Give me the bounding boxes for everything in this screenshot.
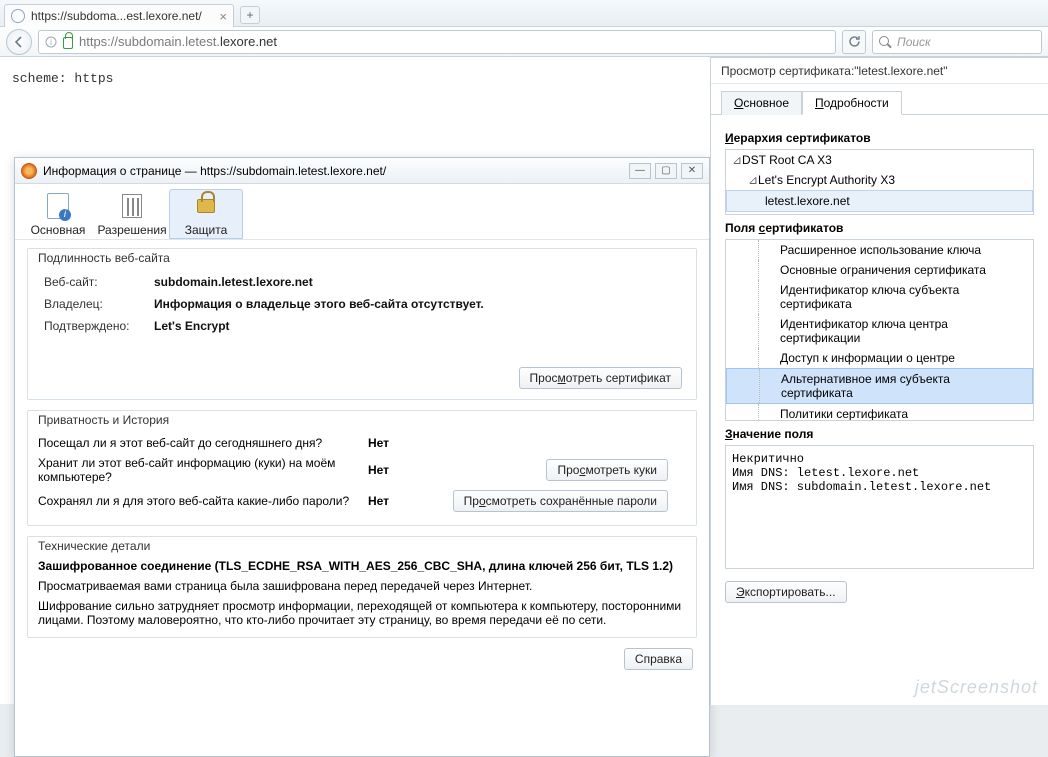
sliders-icon: [122, 194, 142, 218]
field-value-box[interactable]: Некритично Имя DNS: letest.lexore.net Им…: [725, 445, 1034, 569]
tab-general[interactable]: Основная: [21, 189, 95, 239]
label-website: Веб-сайт:: [38, 271, 148, 293]
privacy-a2: Нет: [368, 463, 438, 477]
cert-fields-list[interactable]: Расширенное использование ключаОсновные …: [725, 239, 1034, 421]
field-item[interactable]: Идентификатор ключа центра сертификации: [726, 314, 1033, 348]
reload-button[interactable]: [842, 30, 866, 54]
lock-icon: [197, 199, 215, 213]
search-input[interactable]: Поиск: [872, 30, 1042, 54]
window-title: Информация о странице — https://subdomai…: [43, 164, 386, 178]
tech-line2: Просматриваемая вами страница была зашиф…: [38, 579, 686, 593]
field-item-selected[interactable]: Альтернативное имя субъекта сертификата: [726, 368, 1033, 404]
certificate-viewer-window: Просмотр сертификата:"letest.lexore.net"…: [710, 57, 1048, 705]
cv-window-title: Просмотр сертификата:"letest.lexore.net": [711, 58, 1048, 84]
export-button[interactable]: Экспортировать...: [725, 581, 847, 603]
help-button[interactable]: Справка: [624, 648, 693, 670]
window-close-button[interactable]: ✕: [681, 163, 703, 179]
info-icon: i: [45, 36, 57, 48]
cv-tab-general[interactable]: Основное: [721, 91, 802, 115]
firefox-icon: [21, 163, 37, 179]
tech-line1: Зашифрованное соединение (TLS_ECDHE_RSA_…: [38, 559, 686, 573]
field-item[interactable]: Политики сертификата: [726, 404, 1033, 421]
view-passwords-button[interactable]: Просмотреть сохранённые пароли: [453, 490, 668, 512]
group-privacy: Приватность и История Посещал ли я этот …: [27, 410, 697, 526]
tab-security[interactable]: Защита: [169, 189, 243, 239]
value-verified: Let's Encrypt: [148, 315, 490, 337]
url-text: https://subdomain.letest.lexore.net: [79, 34, 277, 49]
group-heading: Технические детали: [34, 537, 154, 555]
cert-hierarchy-tree[interactable]: ⊿DST Root CA X3 ⊿Let's Encrypt Authority…: [725, 149, 1034, 215]
tree-item[interactable]: ⊿Let's Encrypt Authority X3: [726, 170, 1033, 190]
window-maximize-button[interactable]: ▢: [655, 163, 677, 179]
tab-strip: https://subdoma...est.lexore.net/ × +: [0, 0, 1048, 27]
reload-icon: [848, 35, 861, 48]
scheme-text: scheme: https: [12, 71, 113, 86]
window-minimize-button[interactable]: —: [629, 163, 651, 179]
search-icon: [879, 36, 891, 48]
value-owner: Информация о владельце этого веб-сайта о…: [148, 293, 490, 315]
view-certificate-button[interactable]: Просмотреть сертификат: [519, 367, 682, 389]
browser-tab[interactable]: https://subdoma...est.lexore.net/ ×: [4, 4, 234, 27]
tab-close-icon[interactable]: ×: [219, 10, 227, 23]
back-button[interactable]: [6, 29, 32, 55]
group-authenticity: Подлинность веб-сайта Веб-сайт: subdomai…: [27, 248, 697, 400]
tree-item-selected[interactable]: letest.lexore.net: [726, 190, 1033, 212]
privacy-q1: Посещал ли я этот веб-сайт до сегодняшне…: [38, 436, 368, 450]
label-owner: Владелец:: [38, 293, 148, 315]
field-item[interactable]: Основные ограничения сертификата: [726, 260, 1033, 280]
page-icon: [47, 193, 69, 219]
field-item[interactable]: Идентификатор ключа субъекта сертификата: [726, 280, 1033, 314]
window-titlebar[interactable]: Информация о странице — https://subdomai…: [15, 158, 709, 184]
hierarchy-heading: Иерархия сертификатов: [725, 131, 1034, 145]
lock-icon: [63, 37, 73, 49]
tech-line3: Шифрование сильно затрудняет просмотр ин…: [38, 599, 686, 627]
privacy-a1: Нет: [368, 436, 438, 450]
arrow-left-icon: [13, 36, 25, 48]
url-input[interactable]: i https://subdomain.letest.lexore.net: [38, 30, 836, 54]
field-item[interactable]: Расширенное использование ключа: [726, 240, 1033, 260]
content-area: scheme: https Информация о странице — ht…: [0, 57, 1048, 704]
field-item[interactable]: Доступ к информации о центре: [726, 348, 1033, 368]
cv-tabs: Основное Подробности: [711, 84, 1048, 115]
address-bar: i https://subdomain.letest.lexore.net По…: [0, 27, 1048, 57]
privacy-a3: Нет: [368, 494, 438, 508]
privacy-q2: Хранит ли этот веб-сайт информацию (куки…: [38, 456, 368, 484]
group-heading: Приватность и История: [34, 411, 173, 429]
view-cookies-button[interactable]: Просмотреть куки: [546, 459, 668, 481]
tab-permissions[interactable]: Разрешения: [95, 189, 169, 239]
privacy-q3: Сохранял ли я для этого веб-сайта какие-…: [38, 494, 368, 508]
tab-title: https://subdoma...est.lexore.net/: [31, 9, 202, 23]
group-heading: Подлинность веб-сайта: [34, 249, 174, 267]
search-placeholder: Поиск: [897, 35, 931, 49]
svg-text:i: i: [50, 38, 52, 47]
page-info-window: Информация о странице — https://subdomai…: [14, 157, 710, 757]
globe-icon: [11, 9, 25, 23]
new-tab-button[interactable]: +: [240, 6, 260, 24]
cv-tab-details[interactable]: Подробности: [802, 91, 902, 115]
tree-item[interactable]: ⊿DST Root CA X3: [726, 150, 1033, 170]
value-heading: Значение поля: [725, 427, 1034, 441]
group-technical: Технические детали Зашифрованное соедине…: [27, 536, 697, 638]
value-website: subdomain.letest.lexore.net: [148, 271, 490, 293]
fields-heading: Поля сертификатов: [725, 221, 1034, 235]
label-verified: Подтверждено:: [38, 315, 148, 337]
page-info-tabs: Основная Разрешения Защита: [15, 184, 709, 240]
